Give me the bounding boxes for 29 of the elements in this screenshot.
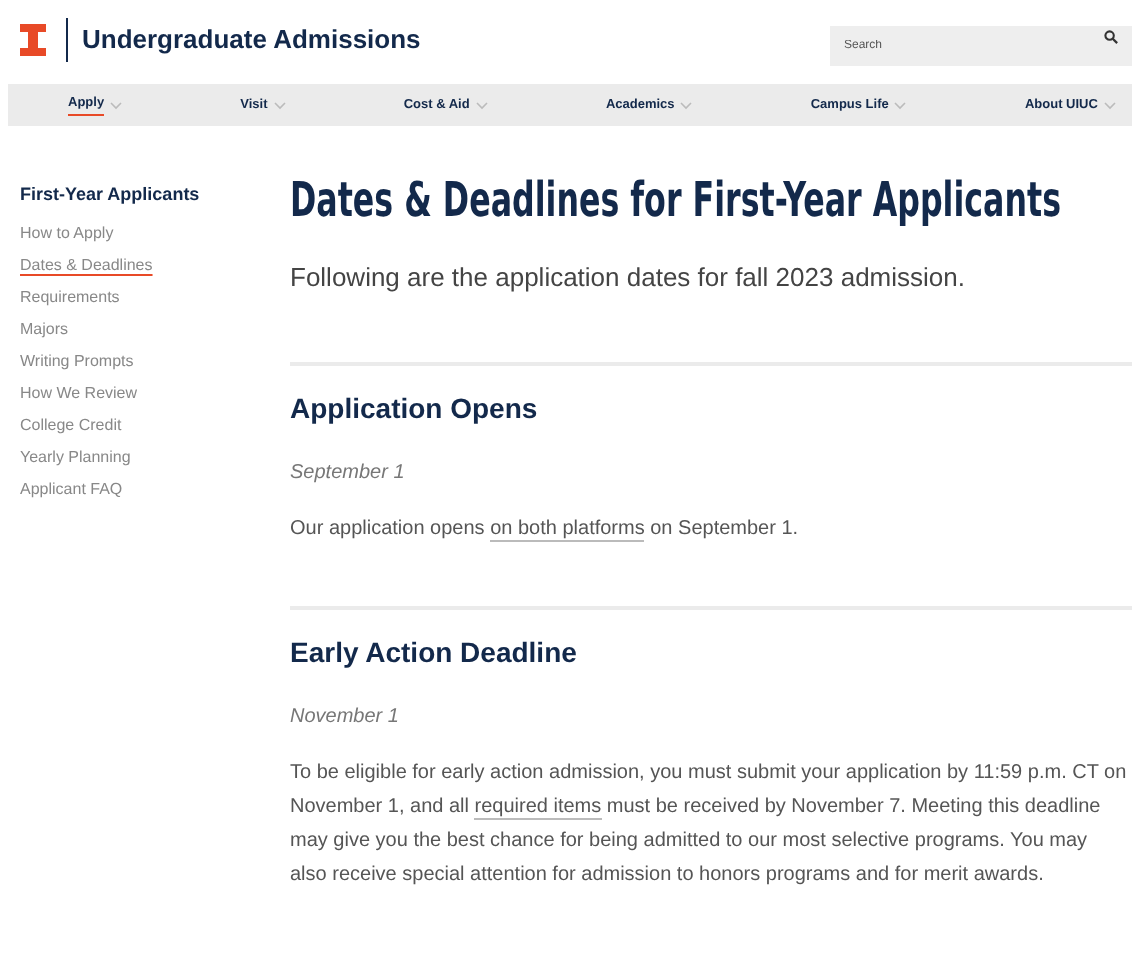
chevron-icon — [1103, 101, 1116, 109]
chevron-icon — [273, 101, 286, 109]
page-title: Dates & Deadlines for First-Year Applicants — [290, 170, 1061, 230]
chevron-icon — [894, 101, 907, 109]
sidebar-link[interactable]: How We Review — [20, 377, 138, 409]
inline-link[interactable]: on both platforms — [490, 517, 645, 541]
sidebar-link[interactable]: Dates & Deadlines — [20, 249, 153, 281]
section-heading: Early Action Deadline — [290, 633, 579, 672]
sidebar-link[interactable]: Applicant FAQ — [20, 473, 123, 505]
date-text: November 1 — [290, 703, 401, 731]
paragraph: Our application opens on both platforms on September 1. — [290, 515, 801, 545]
date-text: September 1 — [290, 459, 407, 487]
sidebar-link[interactable]: Majors — [20, 313, 69, 345]
chevron-icon — [680, 101, 693, 109]
sidebar-link[interactable]: College Credit — [20, 409, 122, 441]
sidebar-link[interactable]: Yearly Planning — [20, 441, 131, 473]
sidebar-link[interactable]: Requirements — [20, 281, 120, 313]
chevron-icon — [110, 101, 123, 109]
sidebar-link[interactable]: How to Apply — [20, 217, 114, 249]
inline-link[interactable]: required items — [474, 795, 602, 819]
logo-icon — [20, 24, 46, 56]
intro-text: Following are the application dates for fall 2023 admission. — [290, 260, 967, 296]
section-heading: Application Opens — [290, 389, 540, 428]
site-title[interactable]: Undergraduate Admissions — [82, 20, 421, 60]
sidebar-link[interactable]: Writing Prompts — [20, 345, 134, 377]
search-icon[interactable] — [1104, 29, 1118, 43]
sidebar-heading: First-Year Applicants — [20, 182, 202, 208]
paragraph: To be eligible for early action admission, you must submit your application by 11:59 p.m. CT on November 1, and all required items must be received by November 7. Meeting this deadline may give you the best chance for being admitted to our most selective programs. You may also receive special attention for admission to honors programs and for merit awards. — [290, 759, 1129, 889]
chevron-icon — [475, 101, 488, 109]
